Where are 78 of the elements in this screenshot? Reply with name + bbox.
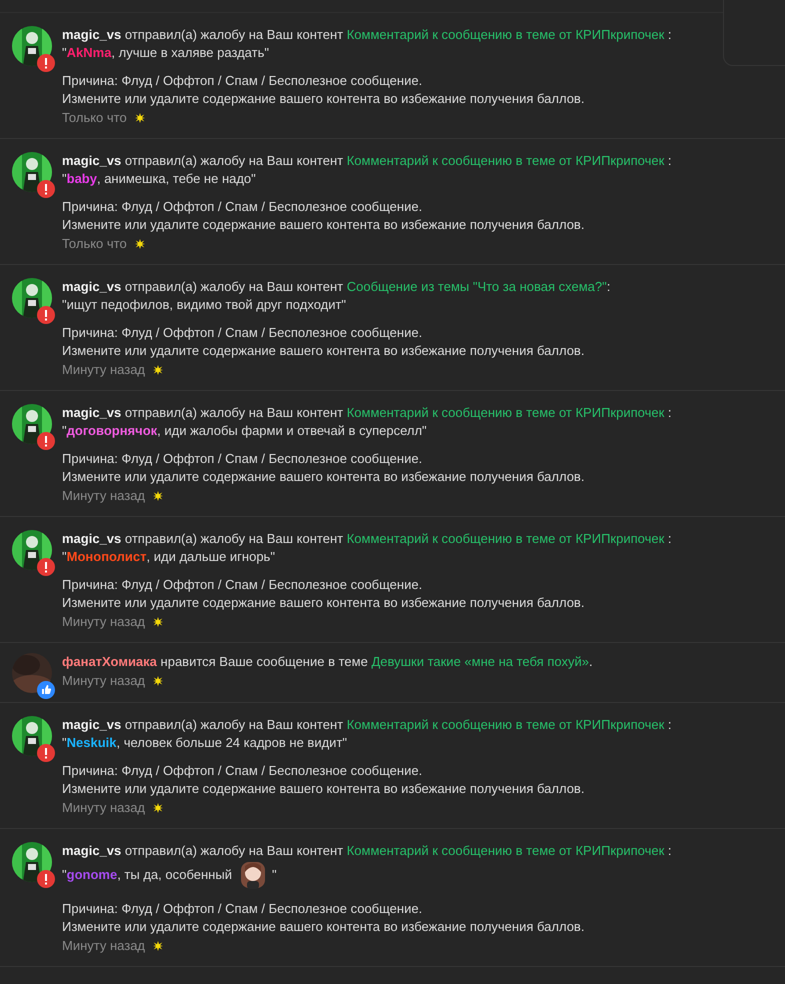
punctuation: : xyxy=(606,279,610,294)
punctuation: . xyxy=(588,654,593,669)
quote-text: "Neskuik, человек больше 24 кадров не видит" xyxy=(62,734,348,752)
content-link[interactable]: Комментарий к сообщению в теме от КРИПкрипочек xyxy=(346,717,664,732)
advice-text: Измените или удалите содержание вашего контента во избежание получения баллов. xyxy=(62,90,586,108)
timestamp: Минуту назад xyxy=(62,613,146,631)
notification-text: нравится Ваше сообщение в теме xyxy=(160,654,368,669)
content-link[interactable]: Комментарий к сообщению в теме от КРИПкрипочек xyxy=(346,405,664,420)
sparkle-icon xyxy=(153,491,164,501)
timestamp: Только что xyxy=(62,109,127,127)
reason-text: Причина: Флуд / Оффтоп / Спам / Бесполезное сообщение. xyxy=(62,576,424,594)
notification-text: отправил(а) жалобу на Ваш контент xyxy=(124,153,344,168)
notification-text: отправил(а) жалобу на Ваш контент xyxy=(124,717,344,732)
content-link[interactable]: Комментарий к сообщению в теме от КРИПкрипочек xyxy=(346,843,664,858)
user-link[interactable]: фанатХомиака xyxy=(62,654,157,669)
sparkle-icon xyxy=(153,941,164,951)
advice-text: Измените или удалите содержание вашего контента во избежание получения баллов. xyxy=(62,216,586,234)
sparkle-icon xyxy=(153,676,164,686)
timestamp: Минуту назад xyxy=(62,672,146,690)
timestamp: Минуту назад xyxy=(62,937,146,955)
alert-icon xyxy=(37,744,55,762)
notification-text: отправил(а) жалобу на Ваш контент xyxy=(124,531,344,546)
sparkle-icon xyxy=(153,617,164,627)
quote-text: "AkNma, лучше в халяве раздать" xyxy=(62,44,269,62)
advice-text: Измените или удалите содержание вашего контента во избежание получения баллов. xyxy=(62,594,586,612)
alert-icon xyxy=(37,54,55,72)
user-link[interactable]: magic_vs xyxy=(62,531,122,546)
punctuation: : xyxy=(666,843,672,858)
reason-text: Причина: Флуд / Оффтоп / Спам / Бесполезное сообщение. xyxy=(62,72,424,90)
alert-icon xyxy=(37,306,55,324)
sparkle-icon xyxy=(134,239,145,249)
reason-text: Причина: Флуд / Оффтоп / Спам / Бесполезное сообщение. xyxy=(62,762,424,780)
notification-text: отправил(а) жалобу на Ваш контент xyxy=(124,405,344,420)
user-link[interactable]: magic_vs xyxy=(62,717,122,732)
timestamp: Только что xyxy=(62,235,127,253)
advice-text: Измените или удалите содержание вашего контента во избежание получения баллов. xyxy=(62,780,586,798)
quote-text: "ищут педофилов, видимо твой друг подходит" xyxy=(62,296,346,314)
quote-text: "baby, анимешка, тебе не надо" xyxy=(62,170,256,188)
reason-text: Причина: Флуд / Оффтоп / Спам / Бесполезное сообщение. xyxy=(62,450,424,468)
quote-text: "gonome, ты да, особенный xyxy=(62,866,232,884)
content-link[interactable]: Комментарий к сообщению в теме от КРИПкрипочек xyxy=(346,531,664,546)
punctuation: : xyxy=(666,531,672,546)
user-link[interactable]: magic_vs xyxy=(62,405,122,420)
punctuation: : xyxy=(666,717,672,732)
quote-text: "договорнячок, иди жалобы фарми и отвечай в суперселл" xyxy=(62,422,427,440)
content-link[interactable]: Комментарий к сообщению в теме от КРИПкрипочек xyxy=(346,153,664,168)
timestamp: Минуту назад xyxy=(62,361,146,379)
alert-icon xyxy=(37,432,55,450)
notification-text: отправил(а) жалобу на Ваш контент xyxy=(124,279,344,294)
content-link[interactable]: Сообщение из темы "Что за новая схема?" xyxy=(346,279,607,294)
reason-text: Причина: Флуд / Оффтоп / Спам / Бесполезное сообщение. xyxy=(62,324,424,342)
user-link[interactable]: magic_vs xyxy=(62,843,122,858)
notification-text: отправил(а) жалобу на Ваш контент xyxy=(124,843,344,858)
user-link[interactable]: magic_vs xyxy=(62,27,122,42)
punctuation: : xyxy=(666,27,672,42)
punctuation: : xyxy=(666,405,672,420)
timestamp: Минуту назад xyxy=(62,799,146,817)
thumbs-up-icon xyxy=(37,681,55,699)
sparkle-icon xyxy=(134,113,145,123)
punctuation: : xyxy=(666,153,672,168)
user-link[interactable]: magic_vs xyxy=(62,279,122,294)
reason-text: Причина: Флуд / Оффтоп / Спам / Бесполезное сообщение. xyxy=(62,198,424,216)
notification-text: отправил(а) жалобу на Ваш контент xyxy=(124,27,344,42)
alert-icon xyxy=(37,180,55,198)
sparkle-icon xyxy=(153,803,164,813)
content-link[interactable]: Комментарий к сообщению в теме от КРИПкрипочек xyxy=(346,27,664,42)
content-link[interactable]: Девушки такие «мне на тебя похуй» xyxy=(371,654,589,669)
sparkle-icon xyxy=(153,365,164,375)
quote-text: "Монополист, иди дальше игнорь" xyxy=(62,548,275,566)
advice-text: Измените или удалите содержание вашего контента во избежание получения баллов. xyxy=(62,468,586,486)
quote-mark: " xyxy=(272,866,277,884)
reason-text: Причина: Флуд / Оффтоп / Спам / Бесполезное сообщение. xyxy=(62,900,424,918)
alert-icon xyxy=(37,558,55,576)
advice-text: Измените или удалите содержание вашего контента во избежание получения баллов. xyxy=(62,918,586,936)
alert-icon xyxy=(37,870,55,888)
timestamp: Минуту назад xyxy=(62,487,146,505)
advice-text: Измените или удалите содержание вашего контента во избежание получения баллов. xyxy=(62,342,586,360)
user-link[interactable]: magic_vs xyxy=(62,153,122,168)
